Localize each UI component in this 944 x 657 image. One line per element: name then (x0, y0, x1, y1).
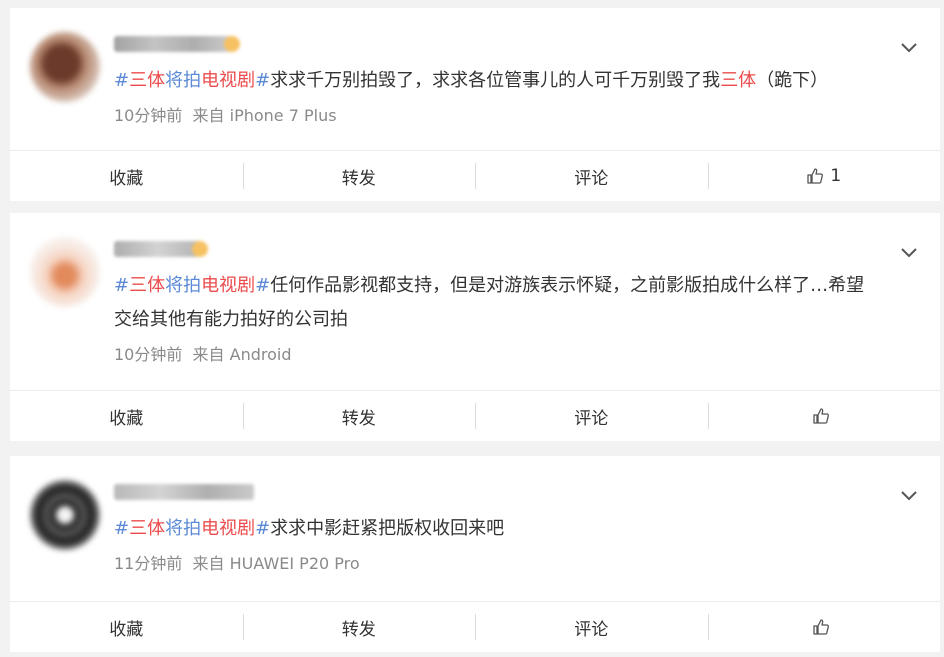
post-source: 来自 iPhone 7 Plus (192, 106, 337, 125)
thumbs-up-icon (807, 168, 824, 184)
username-blurred[interactable] (114, 241, 208, 257)
post-source: 来自 Android (192, 345, 292, 364)
avatar[interactable] (30, 237, 100, 307)
post-meta: 10分钟前 来自 iPhone 7 Plus (114, 102, 337, 126)
chevron-down-icon[interactable] (900, 38, 918, 56)
action-bar: 收藏 转发 评论 (10, 601, 940, 652)
thumbs-up-icon (813, 619, 829, 635)
repost-button[interactable]: 转发 (242, 151, 476, 201)
post-text: #三体将拍电视剧#任何作品影视都支持，但是对游族表示怀疑，之前影版拍成什么样了…… (114, 275, 865, 330)
post-card: #三体将拍电视剧#任何作品影视都支持，但是对游族表示怀疑，之前影版拍成什么样了…… (10, 213, 940, 441)
favorite-button[interactable]: 收藏 (10, 151, 243, 201)
post-meta: 11分钟前 来自 HUAWEI P20 Pro (114, 550, 360, 574)
comment-button[interactable]: 评论 (475, 602, 708, 652)
username-blurred[interactable] (114, 36, 240, 52)
like-button[interactable]: 1 (707, 151, 941, 201)
comment-button[interactable]: 评论 (475, 391, 708, 441)
hashtag-link[interactable]: #三体将拍电视剧# (114, 275, 270, 296)
favorite-button[interactable]: 收藏 (10, 391, 243, 441)
post-time[interactable]: 10分钟前 (114, 345, 182, 364)
like-button[interactable] (707, 391, 941, 441)
chevron-down-icon[interactable] (900, 243, 918, 261)
thumbs-up-icon (813, 408, 829, 424)
avatar[interactable] (30, 480, 100, 550)
post-meta: 10分钟前 来自 Android (114, 341, 292, 365)
favorite-button[interactable]: 收藏 (10, 602, 243, 652)
post-text: #三体将拍电视剧#求求中影赶紧把版权收回来吧 (114, 518, 505, 539)
like-button[interactable] (707, 602, 941, 652)
post-source: 来自 HUAWEI P20 Pro (192, 554, 360, 573)
username-blurred[interactable] (114, 484, 254, 500)
avatar[interactable] (30, 32, 100, 102)
keyword-link[interactable]: 三体 (720, 70, 756, 91)
post-time[interactable]: 10分钟前 (114, 106, 182, 125)
post-card: #三体将拍电视剧#求求中影赶紧把版权收回来吧 11分钟前 来自 HUAWEI P… (10, 456, 940, 652)
action-bar: 收藏 转发 评论 1 (10, 150, 940, 201)
action-bar: 收藏 转发 评论 (10, 390, 940, 441)
weibo-comment-feed: #三体将拍电视剧#求求千万别拍毁了，求求各位管事儿的人可千万别毁了我三体（跪下）… (0, 0, 944, 657)
repost-button[interactable]: 转发 (242, 391, 476, 441)
hashtag-link[interactable]: #三体将拍电视剧# (114, 518, 270, 539)
comment-button[interactable]: 评论 (475, 151, 708, 201)
like-count: 1 (830, 166, 842, 186)
hashtag-link[interactable]: #三体将拍电视剧# (114, 70, 270, 91)
chevron-down-icon[interactable] (900, 486, 918, 504)
post-card: #三体将拍电视剧#求求千万别拍毁了，求求各位管事儿的人可千万别毁了我三体（跪下）… (10, 8, 940, 201)
post-time[interactable]: 11分钟前 (114, 554, 182, 573)
repost-button[interactable]: 转发 (242, 602, 476, 652)
post-text: #三体将拍电视剧#求求千万别拍毁了，求求各位管事儿的人可千万别毁了我三体（跪下） (114, 70, 829, 91)
